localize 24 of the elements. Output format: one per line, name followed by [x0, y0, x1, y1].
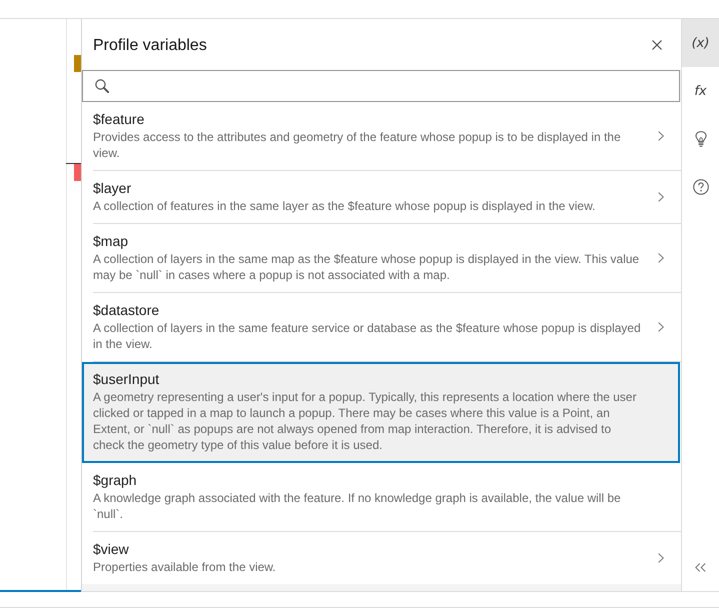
panel-title: Profile variables	[92, 36, 208, 54]
variable-name: $graph	[93, 471, 137, 490]
variable-name: $view	[93, 540, 129, 559]
close-icon	[652, 40, 662, 50]
variable-description: A collection of layers in the same feature service or database as the $feature whose popup is displayed in the view.	[93, 320, 641, 352]
variable-description: A collection of features in the same layer as the $feature whose popup is displayed in the view.	[93, 198, 596, 214]
variable-name: $feature	[93, 110, 144, 129]
variable-description: A collection of layers in the same map as the $feature whose popup is displayed in the view. This value may be `null` in cases where a popup is not associated with a map.	[93, 251, 640, 283]
variable-name: $userInput	[93, 370, 160, 389]
variable-name: $map	[93, 232, 128, 251]
search-icon	[95, 79, 109, 93]
variable-description: Properties available from the view.	[93, 559, 276, 575]
variable-item[interactable]	[82, 362, 680, 463]
variable-description: A geometry representing a user's input for a popup. Typically, this represents a location where the user clicked or tapped in a map to launch a popup. There may be cases where this value is a Point, an Extent, or `null` as popups are not always opened from map interaction. Therefore, it is advised to check the geometry type of this value before it is used.	[93, 389, 638, 453]
help-icon	[692, 179, 708, 195]
double-chevron-left-icon	[695, 562, 706, 572]
variable-description: A knowledge graph associated with the feature. If no knowledge graph is available, the value will be `null`.	[93, 490, 622, 522]
action-tab[interactable]: (x)	[682, 19, 719, 67]
variable-description: Provides access to the attributes and geometry of the feature whose popup is to be displayed in the view.	[93, 129, 622, 161]
action-tab[interactable]: fx	[682, 67, 719, 115]
variable-name: $datastore	[93, 301, 160, 320]
lightbulb-icon	[694, 131, 706, 147]
variable-name: $layer	[93, 179, 132, 198]
search-field[interactable]	[82, 70, 680, 102]
